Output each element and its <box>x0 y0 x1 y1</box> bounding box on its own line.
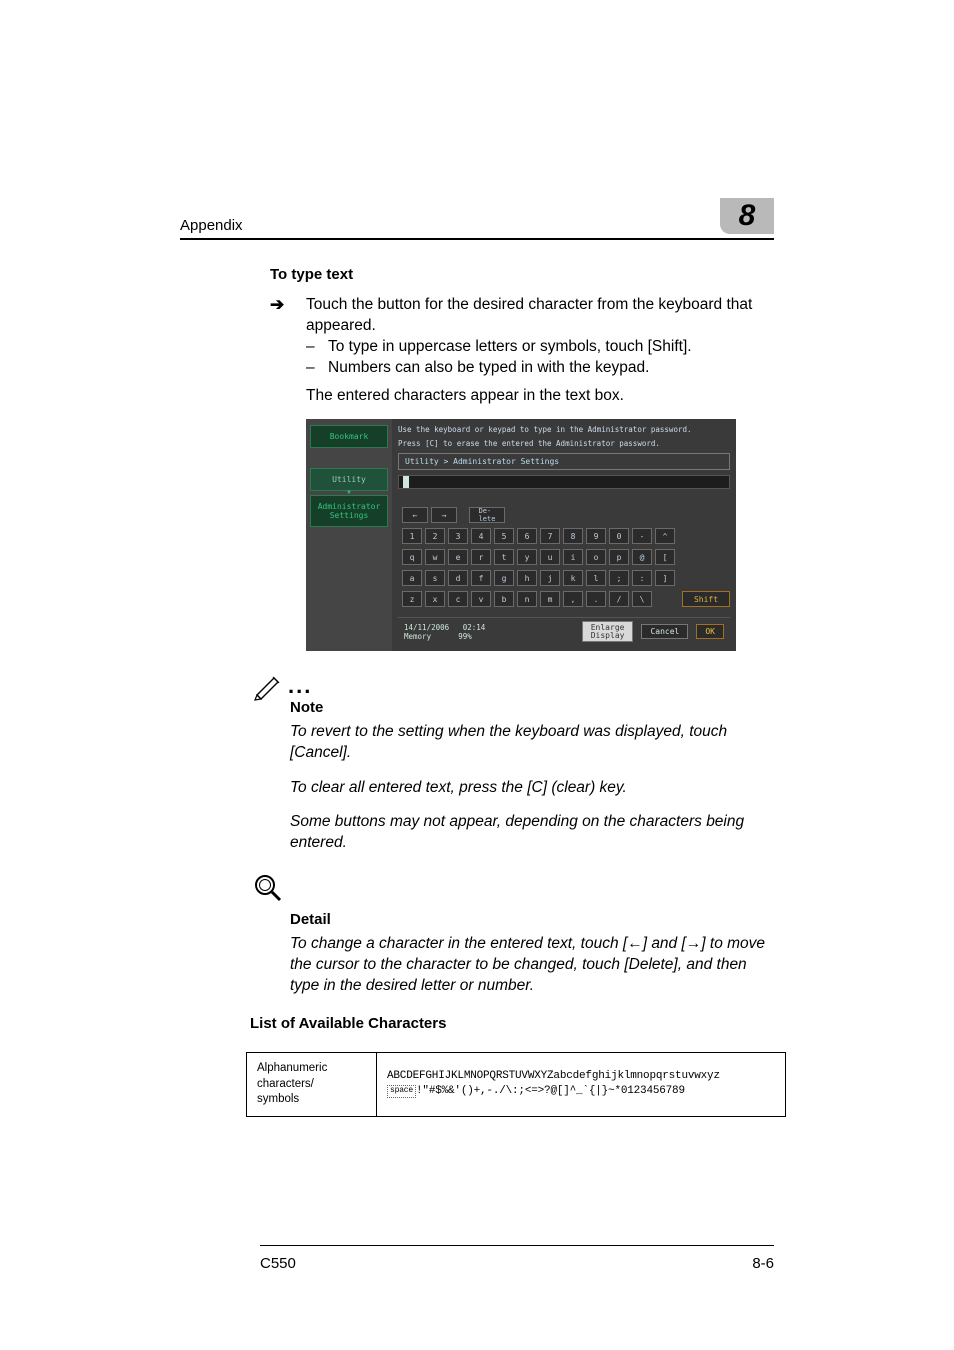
chapter-number: 8 <box>739 199 756 233</box>
step-1: ➔ Touch the button for the desired chara… <box>270 295 774 379</box>
substep-2: Numbers can also be typed in with the ke… <box>328 358 649 379</box>
space-chip: space <box>387 1085 416 1098</box>
key-a[interactable]: a <box>402 570 422 586</box>
key-.[interactable]: . <box>586 591 606 607</box>
key-j[interactable]: j <box>540 570 560 586</box>
dash-icon: – <box>306 358 318 379</box>
hint-line-2: Press [C] to erase the entered the Admin… <box>398 439 730 448</box>
key-h[interactable]: h <box>517 570 537 586</box>
key-8[interactable]: 8 <box>563 528 583 544</box>
key-k[interactable]: k <box>563 570 583 586</box>
arrow-left-glyph: ← <box>627 935 643 952</box>
key-q[interactable]: q <box>402 549 422 565</box>
key-v[interactable]: v <box>471 591 491 607</box>
key-3[interactable]: 3 <box>448 528 468 544</box>
key-n[interactable]: n <box>517 591 537 607</box>
tab-bookmark[interactable]: Bookmark <box>310 425 388 448</box>
delete-button[interactable]: De- lete <box>469 507 505 523</box>
key-;[interactable]: ; <box>609 570 629 586</box>
substep-1: To type in uppercase letters or symbols,… <box>328 337 692 358</box>
key-][interactable]: ] <box>655 570 675 586</box>
key-^[interactable]: ^ <box>655 528 675 544</box>
char-line-2: !"#$%&'()+,-./\:;<=>?@[]^_`{|}~*01234567… <box>416 1085 685 1097</box>
key-i[interactable]: i <box>563 549 583 565</box>
key-o[interactable]: o <box>586 549 606 565</box>
key-x[interactable]: x <box>425 591 445 607</box>
key-b[interactable]: b <box>494 591 514 607</box>
table-row: Alphanumeric characters/ symbols ABCDEFG… <box>247 1053 786 1117</box>
key-f[interactable]: f <box>471 570 491 586</box>
tab-admin-settings[interactable]: Administrator Settings <box>310 495 388 527</box>
characters-table: Alphanumeric characters/ symbols ABCDEFG… <box>246 1052 786 1117</box>
detail-heading: Detail <box>270 911 774 928</box>
key-z[interactable]: z <box>402 591 422 607</box>
footer-model: C550 <box>260 1255 296 1272</box>
key-6[interactable]: 6 <box>517 528 537 544</box>
key-0[interactable]: 0 <box>609 528 629 544</box>
detail-paragraph: To change a character in the entered tex… <box>270 934 774 997</box>
cursor-right-button[interactable]: → <box>431 507 457 523</box>
key-g[interactable]: g <box>494 570 514 586</box>
key-y[interactable]: y <box>517 549 537 565</box>
key--[interactable]: - <box>632 528 652 544</box>
key-5[interactable]: 5 <box>494 528 514 544</box>
key-t[interactable]: t <box>494 549 514 565</box>
key-2[interactable]: 2 <box>425 528 445 544</box>
hint-line-1: Use the keyboard or keypad to type in th… <box>398 425 730 434</box>
key-@[interactable]: @ <box>632 549 652 565</box>
key-7[interactable]: 7 <box>540 528 560 544</box>
footer-date: 14/11/2006 02:14Memory 99% <box>404 623 485 641</box>
magnifier-icon <box>252 891 284 908</box>
key-4[interactable]: 4 <box>471 528 491 544</box>
footer-page: 8-6 <box>752 1255 774 1272</box>
device-screenshot: Bookmark Utility ▾ Administrator Setting… <box>306 419 736 651</box>
cancel-button[interactable]: Cancel <box>641 624 688 639</box>
section-title: To type text <box>270 266 774 283</box>
dash-icon: – <box>306 337 318 358</box>
enlarge-button[interactable]: Enlarge Display <box>582 621 634 641</box>
key-m[interactable]: m <box>540 591 560 607</box>
char-line-1: ABCDEFGHIJKLMNOPQRSTUVWXYZabcdefghijklmn… <box>387 1070 720 1082</box>
note-heading: Note <box>270 699 774 716</box>
key-w[interactable]: w <box>425 549 445 565</box>
cursor-left-button[interactable]: ← <box>402 507 428 523</box>
result-text: The entered characters appear in the tex… <box>270 387 774 405</box>
note-p3: Some buttons may not appear, depending o… <box>270 812 774 854</box>
list-heading: List of Available Characters <box>250 1015 774 1032</box>
key-r[interactable]: r <box>471 549 491 565</box>
arrow-bullet-icon: ➔ <box>270 295 288 379</box>
key-,[interactable]: , <box>563 591 583 607</box>
key-c[interactable]: c <box>448 591 468 607</box>
key-\[interactable]: \ <box>632 591 652 607</box>
key-1[interactable]: 1 <box>402 528 422 544</box>
key-9[interactable]: 9 <box>586 528 606 544</box>
chapter-tab: 8 <box>720 198 774 234</box>
pen-icon <box>254 673 284 699</box>
key-[[interactable]: [ <box>655 549 675 565</box>
password-input[interactable] <box>398 475 730 490</box>
shift-button[interactable]: Shift <box>682 591 730 607</box>
note-p2: To clear all entered text, press the [C]… <box>270 778 774 799</box>
key-d[interactable]: d <box>448 570 468 586</box>
key-p[interactable]: p <box>609 549 629 565</box>
key-e[interactable]: e <box>448 549 468 565</box>
note-p1: To revert to the setting when the keyboa… <box>270 722 774 764</box>
key-/[interactable]: / <box>609 591 629 607</box>
arrow-right-glyph: → <box>686 935 702 952</box>
ok-button[interactable]: OK <box>696 624 724 639</box>
footer-rule <box>260 1245 774 1246</box>
ellipsis-icon: ... <box>284 673 312 699</box>
key-:[interactable]: : <box>632 570 652 586</box>
step-text: Touch the button for the desired charact… <box>306 295 774 337</box>
running-header: Appendix <box>180 217 243 234</box>
key-u[interactable]: u <box>540 549 560 565</box>
key-s[interactable]: s <box>425 570 445 586</box>
key-l[interactable]: l <box>586 570 606 586</box>
breadcrumb: Utility > Administrator Settings <box>398 453 730 470</box>
text-cursor <box>403 476 409 488</box>
